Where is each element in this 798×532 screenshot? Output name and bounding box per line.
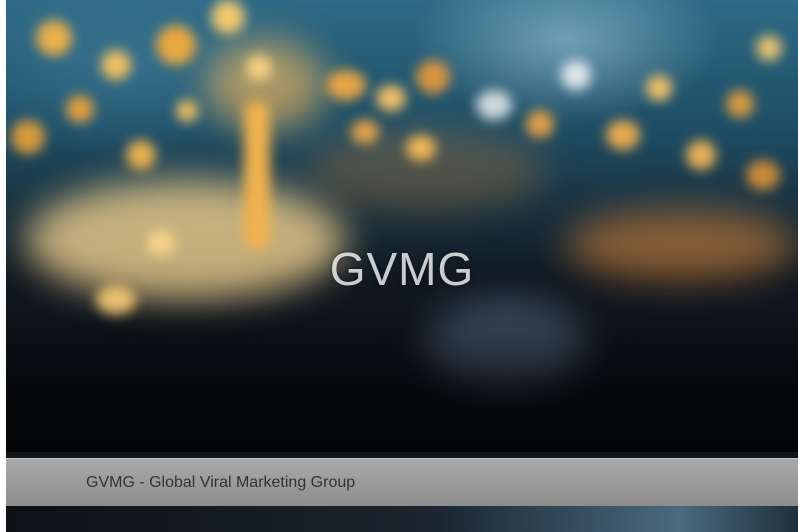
bokeh-light <box>11 120 45 154</box>
bokeh-light <box>526 110 554 138</box>
bokeh-light <box>211 0 245 34</box>
caption-text: GVMG - Global Viral Marketing Group <box>86 474 356 491</box>
bokeh-light <box>244 100 270 250</box>
bokeh-light <box>36 20 72 56</box>
bokeh-light <box>726 90 754 118</box>
bokeh-light <box>746 160 780 190</box>
caption-bar: GVMG - Global Viral Marketing Group <box>6 452 798 532</box>
bokeh-light <box>156 25 196 65</box>
bokeh-light <box>246 55 272 81</box>
bokeh-light <box>686 140 716 170</box>
bokeh-light <box>176 100 198 122</box>
bokeh-light <box>126 140 156 170</box>
bokeh-light <box>326 70 366 100</box>
bokeh-light <box>376 85 406 111</box>
hero-title: GVMG <box>329 243 475 295</box>
bokeh-light <box>416 60 450 94</box>
bokeh-light <box>406 135 436 161</box>
hero-image[interactable]: GVMG <box>6 0 798 452</box>
bokeh-light <box>66 95 94 123</box>
bokeh-light <box>351 120 379 144</box>
hero-shade <box>6 300 798 452</box>
caption-strip: GVMG - Global Viral Marketing Group <box>6 458 798 507</box>
slideshow-frame: GVMG GVMG - Global Viral Marketing Group <box>0 0 798 532</box>
bokeh-light <box>646 75 672 101</box>
bokeh-light <box>561 60 591 90</box>
bokeh-light <box>756 35 782 61</box>
bokeh-light <box>606 120 640 150</box>
image-bottom-edge <box>6 506 798 532</box>
bokeh-light <box>101 50 131 80</box>
bokeh-light <box>476 90 512 120</box>
